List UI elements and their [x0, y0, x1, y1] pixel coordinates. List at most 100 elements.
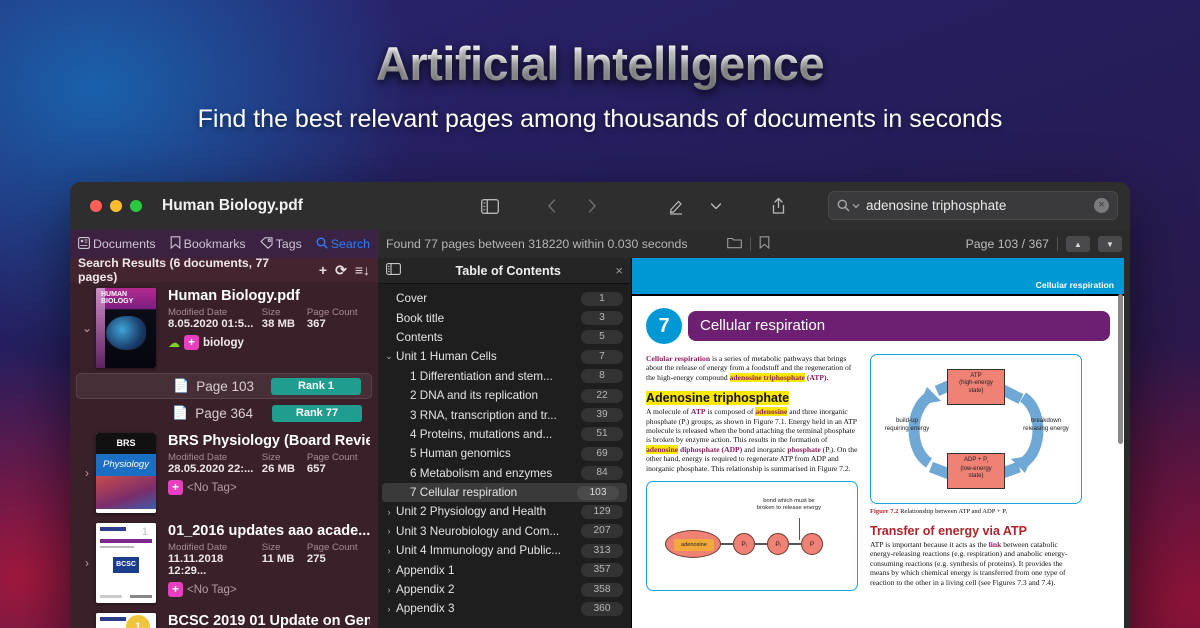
toc-item-ch2[interactable]: 2 DNA and its replication 22 [378, 386, 631, 405]
close-icon[interactable]: × [615, 263, 623, 278]
tab-documents[interactable]: Documents [78, 236, 156, 252]
list-item[interactable]: 📄 Page 103 Rank 1 [76, 373, 372, 399]
intro-highlight: adenosine triphosphate [729, 372, 805, 382]
refresh-icon[interactable]: ⟳ [335, 262, 347, 279]
chevron-right-icon[interactable]: › [382, 526, 396, 536]
promo-title: Artificial Intelligence [0, 36, 1200, 91]
list-item[interactable]: ⌄ HUMAN BIOLOGY Human Biology.pdf Modifie… [70, 282, 378, 372]
search-input[interactable]: adenosine triphosphate [866, 198, 1088, 213]
toc-page-badge: 7 [581, 349, 623, 364]
toc-item-ch7-selected[interactable]: 7 Cellular respiration 103 [382, 482, 627, 503]
tab-search-label: Search [330, 237, 371, 251]
forward-button[interactable] [572, 191, 612, 221]
toc-item-contents[interactable]: Contents 5 [378, 328, 631, 347]
expand-chevron-icon[interactable]: › [78, 433, 96, 513]
tab-bookmarks[interactable]: Bookmarks [170, 236, 246, 252]
toc-item-book-title[interactable]: Book title 3 [378, 308, 631, 327]
list-item[interactable]: 📄 Page 364 Rank 77 [76, 400, 372, 426]
toc-page-badge: 313 [581, 543, 623, 558]
toc-page-badge: 358 [581, 582, 623, 597]
toc-sidebar-icon[interactable] [386, 263, 401, 278]
add-search-icon[interactable]: + [319, 262, 327, 278]
toc-item-ch1[interactable]: 1 Differentiation and stem... 8 [378, 367, 631, 386]
promo-header: Artificial Intelligence Find the best re… [0, 0, 1200, 134]
tab-tags[interactable]: Tags [259, 236, 302, 252]
window-controls[interactable] [90, 200, 142, 212]
toc-item-unit-2[interactable]: › Unit 2 Physiology and Health 129 [378, 502, 631, 521]
close-window-button[interactable] [90, 200, 102, 212]
chevron-down-icon[interactable] [696, 191, 736, 221]
toc-item-ch4[interactable]: 4 Proteins, mutations and... 51 [378, 425, 631, 444]
document-tag: biology [203, 336, 244, 349]
toc-item-appendix-3[interactable]: › Appendix 3 360 [378, 599, 631, 618]
expand-chevron-icon[interactable]: › [78, 613, 96, 628]
chevron-right-icon[interactable]: › [382, 546, 396, 556]
add-tag-icon[interactable]: + [168, 582, 183, 597]
page-result-label: Page 103 [196, 378, 254, 394]
pdf-scrollbar[interactable] [1118, 294, 1123, 444]
column-size: Size [261, 452, 281, 463]
window-titlebar: Human Biology.pdf adenosine triphosphate… [70, 182, 1130, 230]
s1-adp: (ADP) [719, 444, 743, 454]
secondary-toolbar: Documents Bookmarks Tags Search Found 77… [70, 230, 1130, 258]
chevron-right-icon[interactable]: › [382, 507, 396, 517]
toc-item-ch3[interactable]: 3 RNA, transcription and tr... 39 [378, 405, 631, 424]
toc-item-cover[interactable]: Cover 1 [378, 289, 631, 308]
chevron-right-icon[interactable]: › [382, 565, 396, 575]
toc-page-badge: 360 [581, 601, 623, 616]
search-icon[interactable] [837, 199, 860, 212]
status-bar-icons [727, 236, 770, 252]
document-size: 26 MB [261, 463, 296, 475]
folder-icon[interactable] [727, 236, 742, 252]
tab-search[interactable]: Search [316, 237, 370, 252]
list-item[interactable]: › BRS Physiology BRS Physiology (Board Re… [70, 427, 378, 517]
sort-icon[interactable]: ≡↓ [355, 262, 370, 278]
figure1-phosphate-1: Pᵢ [733, 533, 755, 556]
add-tag-icon[interactable]: + [168, 480, 183, 495]
chevron-down-icon[interactable]: ⌄ [382, 351, 396, 362]
page-indicator-group: Page 103 / 367 ▲ ▼ [966, 236, 1122, 252]
sidebar-toggle-icon[interactable] [470, 191, 510, 221]
minimize-window-button[interactable] [110, 200, 122, 212]
toc-item-appendix-1[interactable]: › Appendix 1 357 [378, 560, 631, 579]
column-page-count: Page Count [306, 452, 358, 463]
toc-item-ch5[interactable]: 5 Human genomics 69 [378, 444, 631, 463]
toc-page-badge: 3 [581, 311, 623, 326]
document-tag: <No Tag> [187, 583, 237, 596]
clear-search-icon[interactable]: × [1094, 198, 1109, 213]
toc-item-label: 2 DNA and its replication [410, 389, 538, 403]
share-icon[interactable] [758, 191, 798, 221]
list-item[interactable]: › 1 BCSC 01_2016 updates aao acade... Mod… [70, 517, 378, 607]
next-match-button[interactable]: ▼ [1098, 236, 1122, 252]
search-results-list: ⌄ HUMAN BIOLOGY Human Biology.pdf Modifie… [70, 282, 378, 628]
column-size: Size [261, 307, 281, 318]
maximize-window-button[interactable] [130, 200, 142, 212]
toc-item-unit-4[interactable]: › Unit 4 Immunology and Public... 313 [378, 541, 631, 560]
document-title: BCSC 2019 01 Update on Gen... [168, 613, 370, 628]
search-field[interactable]: adenosine triphosphate × [828, 191, 1118, 220]
add-tag-icon[interactable]: + [184, 335, 199, 350]
toc-item-label: Cover [396, 292, 428, 306]
tag-icon [259, 236, 273, 252]
annotate-pencil-icon[interactable] [656, 191, 696, 221]
document-thumbnail: 1BCSC [96, 613, 156, 628]
document-modified-date: 8.05.2020 01:5... [168, 318, 254, 330]
toc-item-ch6[interactable]: 6 Metabolism and enzymes 84 [378, 464, 631, 483]
chevron-right-icon[interactable]: › [382, 585, 396, 595]
chevron-right-icon[interactable]: › [382, 604, 396, 614]
toc-item-appendix-2[interactable]: › Appendix 2 358 [378, 580, 631, 599]
expand-chevron-icon[interactable]: ⌄ [78, 288, 96, 368]
list-item[interactable]: › 1BCSC BCSC 2019 01 Update on Gen... Mo… [70, 607, 378, 628]
s2-link: link [988, 540, 1002, 549]
back-button[interactable] [532, 191, 572, 221]
bookmark-status-icon[interactable] [759, 236, 770, 252]
expand-chevron-icon[interactable]: › [78, 523, 96, 603]
toc-item-unit-3[interactable]: › Unit 3 Neurobiology and Com... 207 [378, 522, 631, 541]
toc-item-unit-1[interactable]: ⌄ Unit 1 Human Cells 7 [378, 347, 631, 366]
document-page-count: 275 [306, 553, 326, 565]
pdf-viewer[interactable]: Cellular respiration 7 Cellular respirat… [632, 258, 1130, 628]
document-thumbnail: HUMAN BIOLOGY [96, 288, 156, 368]
figure2-atp-box: ATP (high-energy state) [947, 369, 1005, 405]
toc-item-label: Book title [396, 311, 445, 325]
previous-match-button[interactable]: ▲ [1066, 236, 1090, 252]
